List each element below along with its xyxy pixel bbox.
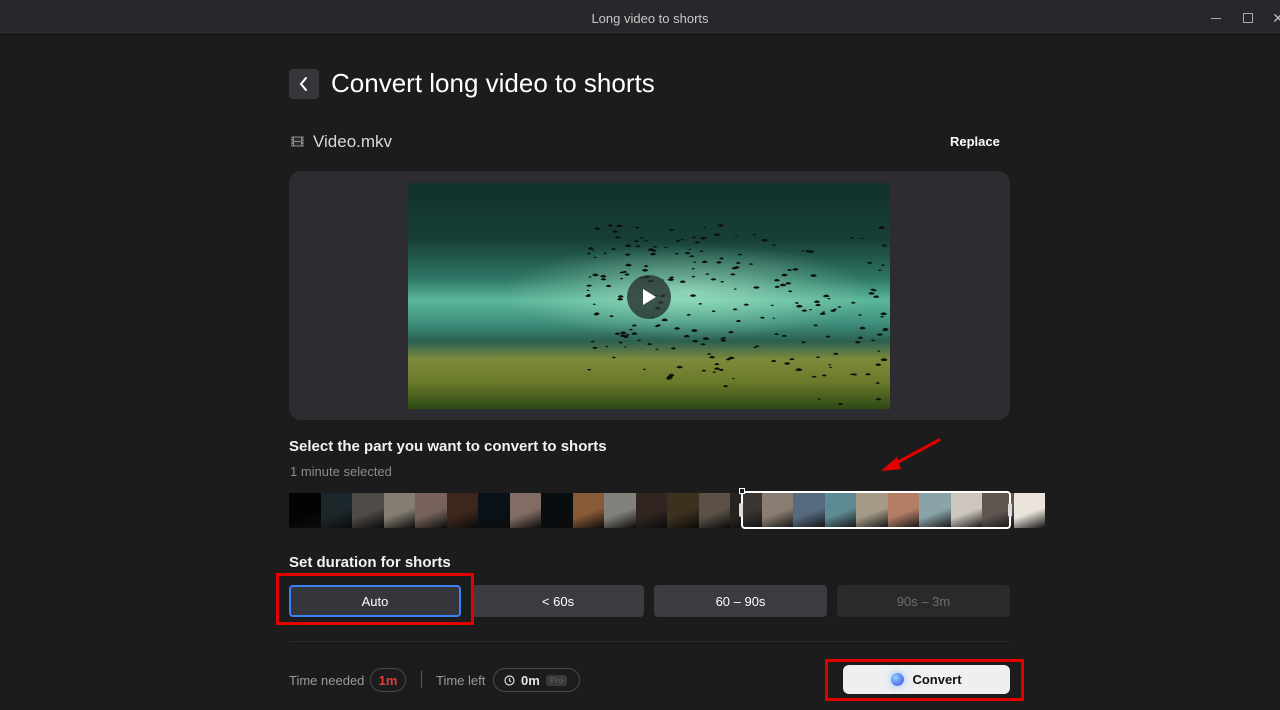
film-icon (291, 136, 304, 147)
clock-icon (504, 674, 515, 686)
replace-button[interactable]: Replace (950, 134, 1000, 149)
time-left-value: 0m (521, 672, 540, 688)
close-icon: ✕ (1272, 10, 1280, 26)
time-left-label: Time left (436, 673, 486, 688)
play-button[interactable] (627, 275, 671, 319)
time-left-badge: 0m Pro (493, 668, 580, 692)
selection-end-handle[interactable] (1008, 503, 1012, 517)
footer-separator (421, 671, 422, 688)
time-needed-value: 1m (378, 672, 398, 688)
annotation-highlight-convert (825, 659, 1024, 701)
duration-option-60-90s[interactable]: 60 – 90s (654, 585, 827, 617)
minimize-icon (1211, 18, 1221, 19)
select-part-heading: Select the part you want to convert to s… (289, 438, 607, 455)
minimize-button[interactable] (1206, 8, 1226, 28)
selection-status: 1 minute selected (290, 464, 392, 479)
page-title: Convert long video to shorts (331, 68, 655, 98)
time-needed-label: Time needed (289, 673, 365, 688)
chevron-left-icon (299, 77, 307, 91)
video-thumbnail[interactable] (408, 183, 890, 409)
timeline-selection-range[interactable] (741, 491, 1011, 529)
unselected-overlay (289, 493, 741, 528)
duration-option-90s-3m: 90s – 3m (837, 585, 1010, 617)
play-icon (643, 289, 656, 305)
video-preview-panel (289, 171, 1010, 420)
file-name: Video.mkv (313, 132, 393, 151)
duration-heading: Set duration for shorts (289, 554, 451, 571)
duration-option-under-60s[interactable]: < 60s (472, 585, 644, 617)
annotation-highlight-auto (276, 573, 474, 625)
filmstrip-frame (1013, 493, 1045, 528)
selection-start-handle[interactable] (739, 503, 743, 517)
divider (289, 641, 1010, 642)
back-button[interactable] (289, 69, 319, 99)
maximize-icon (1243, 13, 1253, 23)
title-bar: Long video to shorts ✕ (0, 0, 1280, 35)
window-title: Long video to shorts (591, 11, 709, 26)
annotation-arrow-icon (881, 438, 941, 471)
playhead-handle[interactable] (739, 488, 745, 494)
close-button[interactable]: ✕ (1268, 8, 1280, 28)
time-needed-badge: 1m (370, 668, 406, 692)
pro-badge: Pro (545, 674, 568, 686)
maximize-button[interactable] (1238, 8, 1258, 28)
